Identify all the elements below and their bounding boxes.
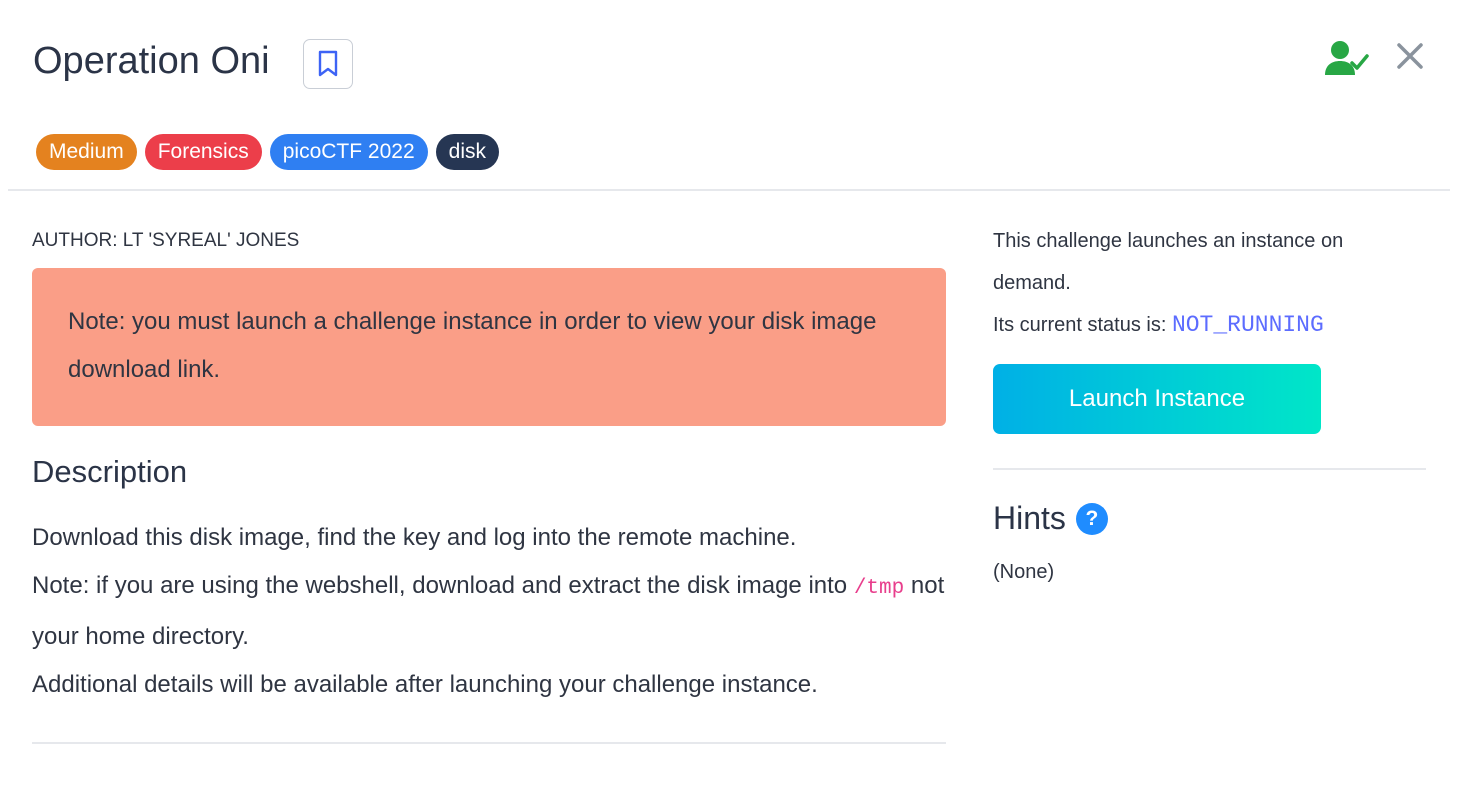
difficulty-tag: Medium [36,134,137,170]
description-line: Note: if you are using the webshell, dow… [32,562,946,661]
author-label: AUTHOR: LT 'SYREAL' JONES [32,230,300,251]
help-icon[interactable]: ? [1075,502,1108,535]
status-line: Its current status is: NOT_RUNNING [993,304,1426,346]
status-value: NOT_RUNNING [1171,312,1324,338]
challenge-header: Operation Oni [33,34,1433,94]
launch-instance-button[interactable]: Launch Instance [993,364,1321,434]
description-line: Download this disk image, find the key a… [32,524,797,551]
challenge-title: Operation Oni [33,40,270,82]
bookmark-icon [318,50,338,77]
tag-list: Medium Forensics picoCTF 2022 disk [36,134,499,170]
description-body: Download this disk image, find the key a… [32,514,946,709]
user-check-icon[interactable] [1325,39,1369,79]
instance-info: This challenge launches an instance on d… [993,220,1426,346]
tmp-code: /tmp [853,577,905,600]
bookmark-button[interactable] [303,39,353,89]
description-text: Note: if you are using the webshell, dow… [32,572,848,599]
hints-header: Hints ? [993,500,1426,537]
description-line: Additional details will be available aft… [32,671,818,698]
hints-value: (None) [993,561,1055,583]
content-divider [32,742,946,744]
sidebar-divider [993,468,1426,470]
header-divider [8,189,1450,191]
instance-description: This challenge launches an instance on d… [993,230,1344,294]
topic-tag: disk [435,134,499,170]
instance-sidebar: This challenge launches an instance on d… [993,220,1426,584]
instance-alert: Note: you must launch a challenge instan… [32,268,946,426]
main-content: AUTHOR: LT 'SYREAL' JONES Note: you must… [32,226,946,709]
hints-heading: Hints [993,500,1066,536]
event-tag: picoCTF 2022 [269,134,428,170]
status-label: Its current status is: [993,314,1167,336]
description-heading: Description [32,454,188,489]
category-tag: Forensics [144,134,262,170]
close-icon[interactable] [1395,38,1425,72]
